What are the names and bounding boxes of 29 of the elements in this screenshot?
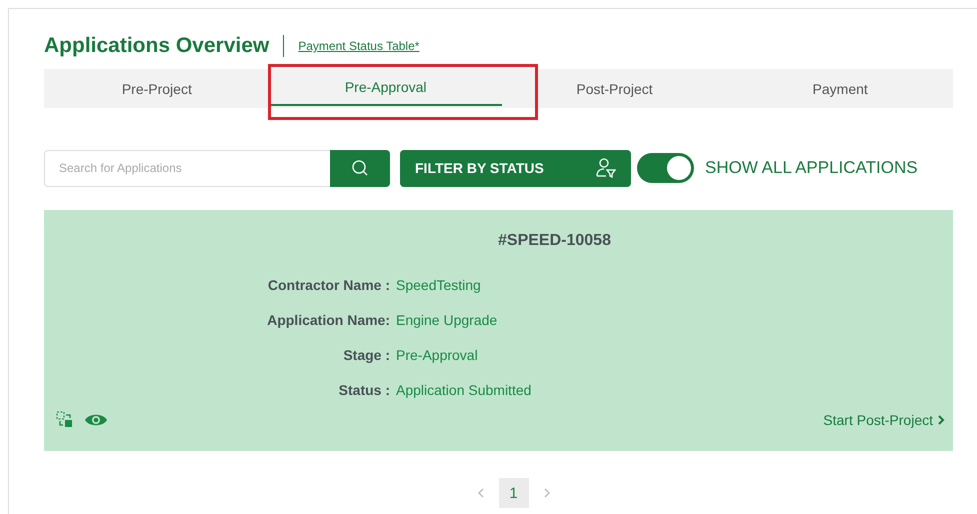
eye-icon[interactable]	[84, 412, 108, 428]
field-value: SpeedTesting	[396, 276, 481, 294]
payment-status-link[interactable]: Payment Status Table*	[298, 39, 420, 53]
next-page-icon[interactable]	[542, 487, 550, 499]
filter-button[interactable]: FILTER BY STATUS	[400, 150, 631, 186]
chevron-right-icon	[937, 414, 945, 426]
stage-tab[interactable]: Payment	[727, 69, 954, 108]
search-icon	[351, 159, 369, 177]
field-value: Engine Upgrade	[396, 311, 498, 329]
show-all-toggle[interactable]	[637, 153, 694, 183]
page-title: Applications Overview	[44, 34, 270, 58]
stage-tab[interactable]: Pre-Project	[44, 69, 270, 108]
show-all-label: SHOW ALL APPLICATIONS	[705, 158, 918, 178]
field-label: Contractor Name :	[266, 276, 390, 294]
page-button[interactable]: 1	[498, 478, 528, 508]
start-post-project-link[interactable]: Start Post-Project	[823, 412, 933, 428]
search-button[interactable]	[330, 150, 390, 186]
application-id: #SPEED-10058	[497, 232, 612, 250]
field-label: Stage :	[342, 346, 390, 364]
search-field[interactable]: Search for Applications	[44, 150, 330, 186]
user-filter-icon	[595, 157, 617, 179]
field-value: Application Submitted	[396, 381, 532, 399]
field-label: Application Name:	[266, 311, 390, 329]
swap-icon[interactable]	[56, 411, 74, 429]
stage-tab[interactable]: Pre-Approval	[270, 70, 502, 106]
previous-page-icon[interactable]	[476, 487, 484, 499]
stage-tab[interactable]: Post-Project	[502, 69, 728, 108]
field-value: Pre-Approval	[396, 346, 478, 364]
field-label: Status :	[338, 381, 390, 399]
